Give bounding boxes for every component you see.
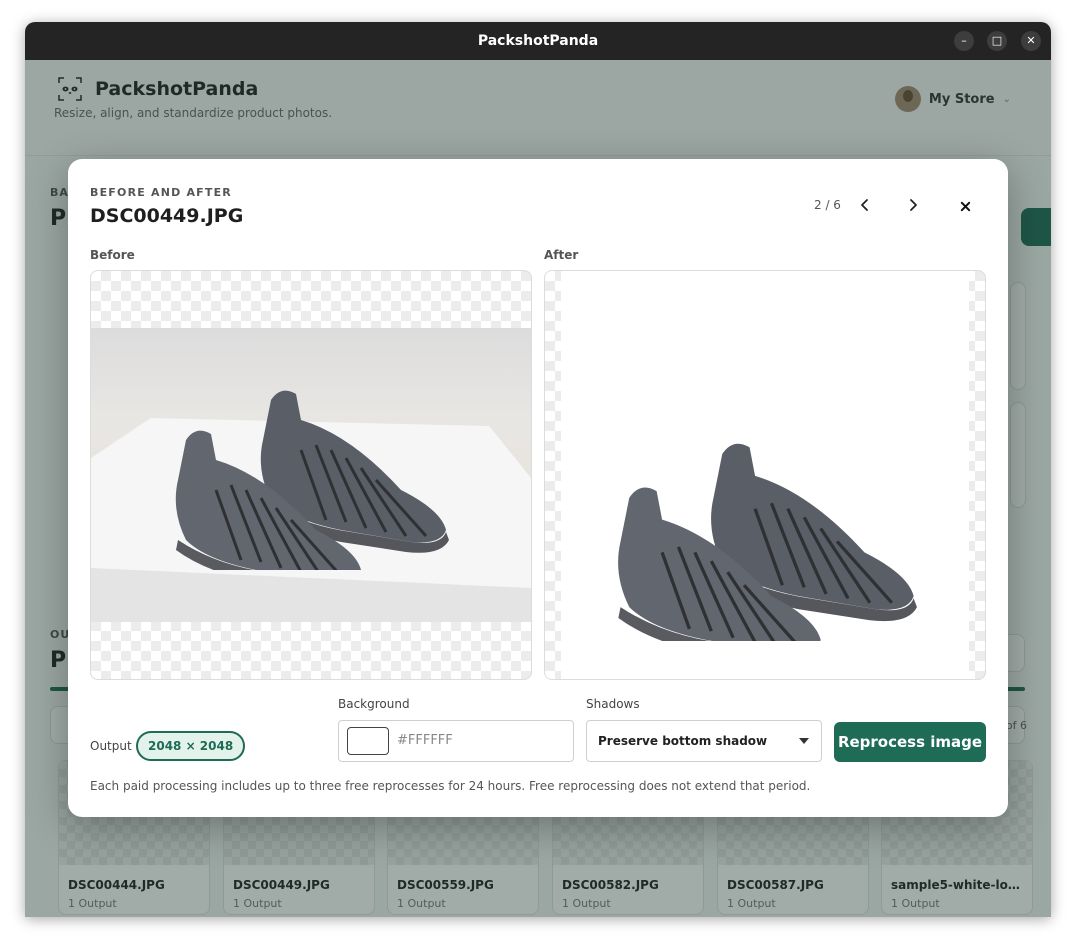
close-dialog-button[interactable]	[952, 193, 978, 219]
output-label: Output	[90, 739, 132, 753]
reprocess-footnote: Each paid processing includes up to thre…	[90, 779, 811, 793]
window-title: PackshotPanda	[477, 33, 599, 49]
before-photo	[91, 328, 531, 622]
before-image-pane	[90, 270, 532, 680]
shadows-selected-value: Preserve bottom shadow	[598, 734, 768, 748]
chevron-left-icon	[861, 199, 868, 211]
after-image-pane	[544, 270, 986, 680]
shadows-select[interactable]: Preserve bottom shadow	[586, 720, 822, 762]
titlebar: PackshotPanda – □ ✕	[25, 22, 1051, 60]
sneakers-image	[618, 443, 917, 641]
reprocess-image-button[interactable]: Reprocess image	[834, 722, 986, 762]
background-label: Background	[338, 697, 410, 711]
background-hex-input[interactable]: #FFFFFF	[397, 733, 453, 748]
caret-down-icon	[799, 738, 809, 744]
after-label: After	[544, 248, 579, 262]
close-window-button[interactable]: ✕	[1021, 31, 1041, 51]
dialog-eyebrow: BEFORE AND AFTER	[90, 186, 232, 199]
maximize-button[interactable]: □	[987, 31, 1007, 51]
after-photo	[561, 271, 969, 679]
output-size-badge: 2048 × 2048	[136, 731, 246, 761]
image-counter: 2 / 6	[814, 198, 841, 212]
dialog-title: DSC00449.JPG	[90, 205, 244, 227]
shadows-label: Shadows	[586, 697, 640, 711]
chevron-right-icon	[910, 199, 917, 211]
before-label: Before	[90, 248, 135, 262]
before-after-dialog: BEFORE AND AFTER DSC00449.JPG 2 / 6 Befo…	[68, 159, 1008, 817]
close-icon	[960, 201, 970, 211]
previous-image-button[interactable]	[852, 192, 878, 218]
sneakers-image	[175, 390, 449, 570]
minimize-button[interactable]: –	[954, 31, 974, 51]
next-image-button[interactable]	[900, 192, 926, 218]
background-color-field[interactable]: #FFFFFF	[338, 720, 574, 762]
color-swatch[interactable]	[347, 727, 389, 755]
